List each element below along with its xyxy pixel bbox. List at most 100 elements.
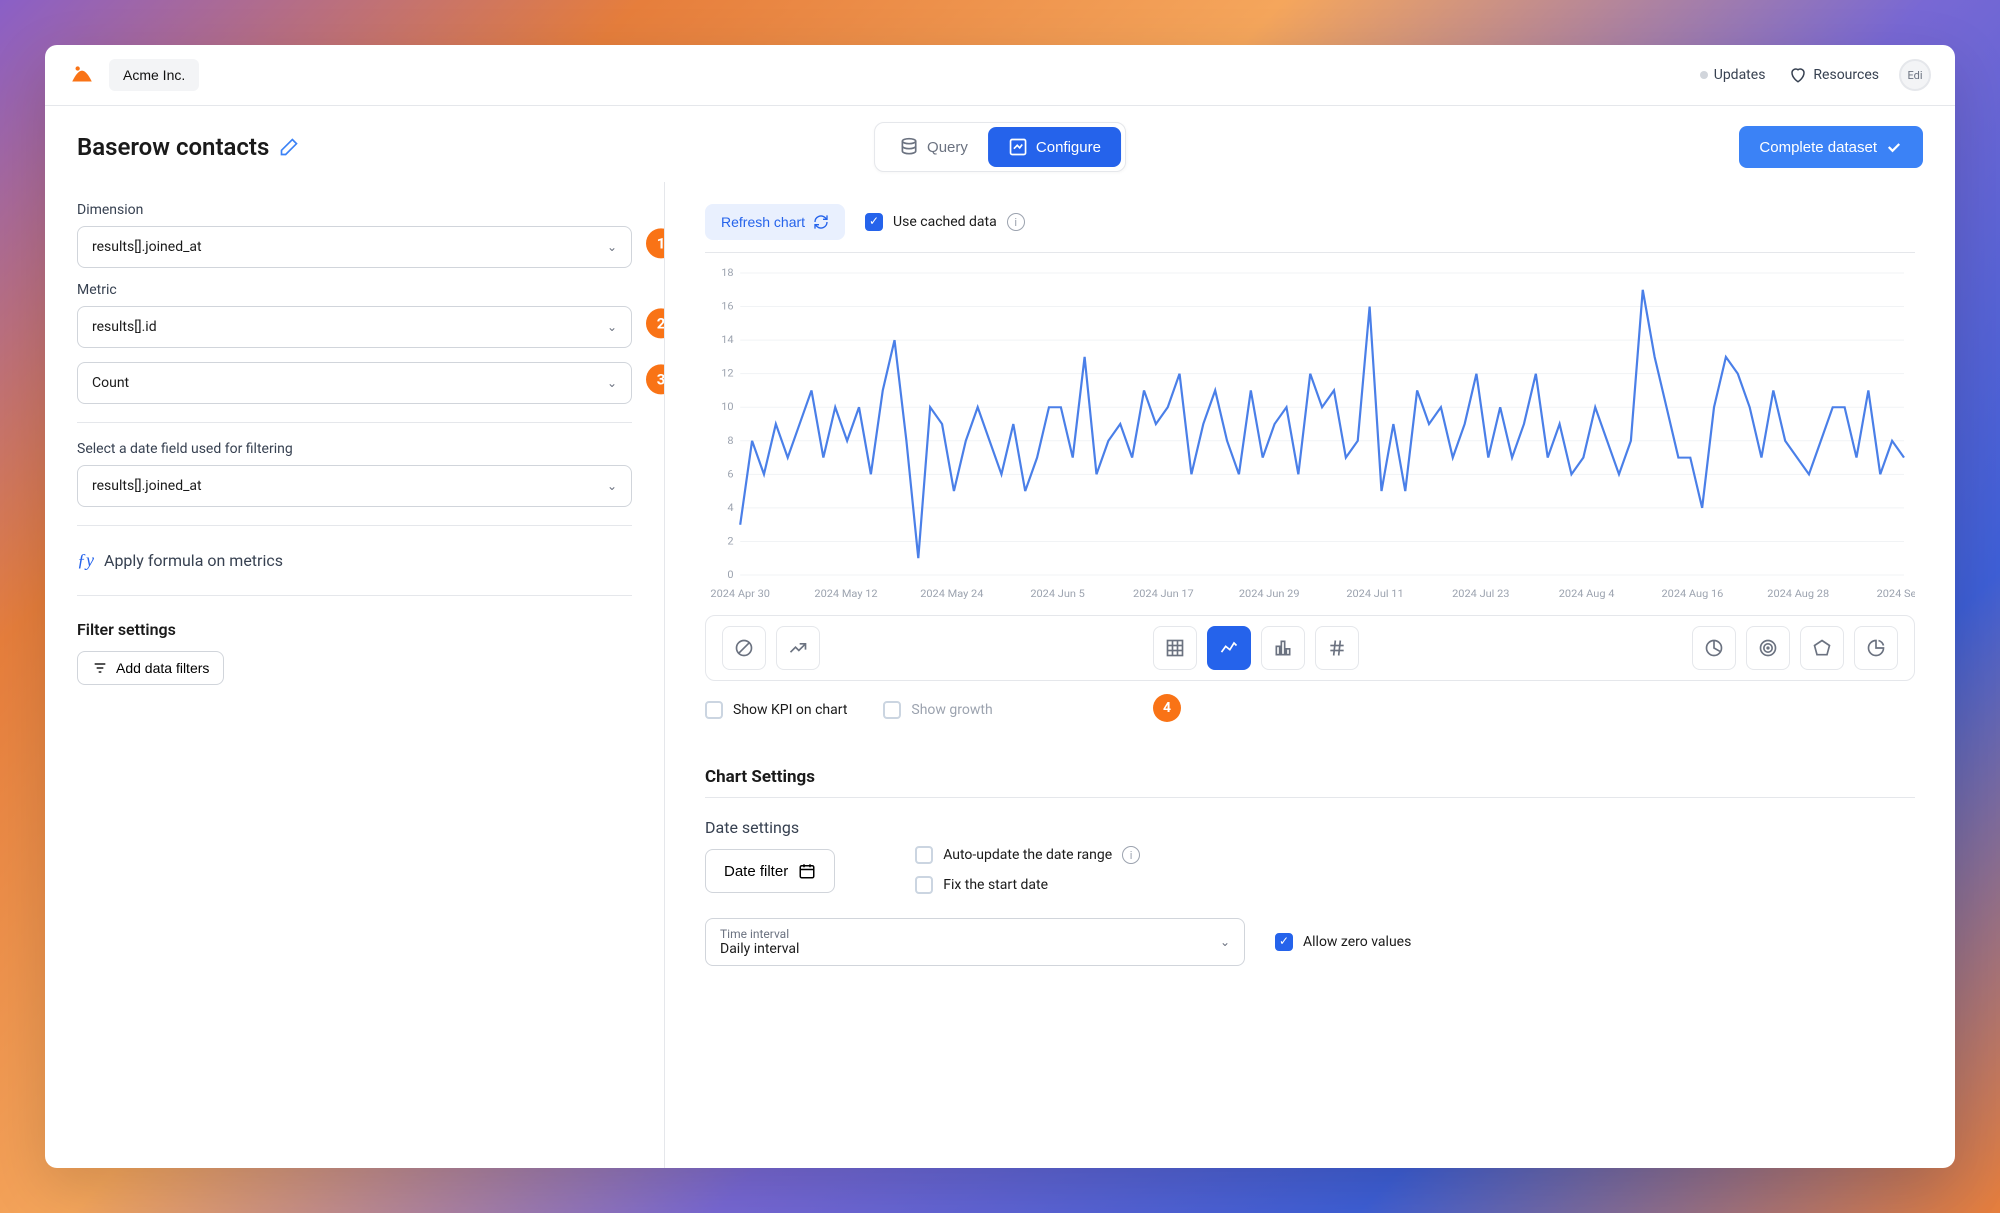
filter-settings-heading: Filter settings — [77, 620, 632, 639]
svg-text:2024 Jun 17: 2024 Jun 17 — [1133, 587, 1194, 599]
date-field-select[interactable]: results[].joined_at ⌄ — [77, 465, 632, 507]
svg-text:2024 Sep 9: 2024 Sep 9 — [1877, 587, 1915, 599]
refresh-label: Refresh chart — [721, 214, 805, 230]
fix-start-checkbox[interactable]: Fix the start date — [915, 876, 1140, 894]
dimension-select[interactable]: results[].joined_at ⌄ — [77, 226, 632, 268]
divider — [705, 797, 1915, 798]
main-body: Dimension results[].joined_at ⌄ 1 Metric… — [45, 182, 1955, 1168]
chevron-down-icon: ⌄ — [607, 320, 617, 334]
show-growth-label: Show growth — [911, 702, 992, 718]
fix-start-label: Fix the start date — [943, 877, 1048, 893]
date-field-label: Select a date field used for filtering — [77, 441, 632, 457]
aggregate-value: Count — [92, 375, 129, 391]
filter-icon — [92, 660, 108, 676]
pie-chart-button[interactable] — [1692, 626, 1736, 670]
resources-link[interactable]: Resources — [1777, 60, 1891, 90]
header-row: Baserow contacts Query Configure Complet… — [45, 106, 1955, 182]
show-growth-checkbox[interactable]: Show growth — [883, 701, 992, 719]
polar-chart-button[interactable] — [1800, 626, 1844, 670]
apply-formula-link[interactable]: ƒy Apply formula on metrics — [77, 544, 632, 577]
allow-zero-checkbox[interactable]: Allow zero values — [1275, 933, 1411, 951]
configure-tab[interactable]: Configure — [988, 127, 1121, 167]
date-filter-button[interactable]: Date filter — [705, 849, 835, 893]
line-icon — [1219, 638, 1239, 658]
refresh-icon — [813, 214, 829, 230]
svg-text:8: 8 — [727, 434, 733, 446]
date-filter-label: Date filter — [724, 863, 788, 880]
metric-select[interactable]: results[].id ⌄ — [77, 306, 632, 348]
chart-config-icon — [1008, 137, 1028, 157]
checkbox-checked-icon — [1275, 933, 1293, 951]
checkbox-icon — [915, 876, 933, 894]
svg-text:2024 Jun 29: 2024 Jun 29 — [1239, 587, 1300, 599]
hash-icon — [1327, 638, 1347, 658]
step-badge-4: 4 — [1153, 694, 1181, 722]
date-settings-heading: Date settings — [705, 818, 835, 837]
workspace-button[interactable]: Acme Inc. — [109, 59, 199, 91]
svg-text:2024 May 24: 2024 May 24 — [920, 587, 983, 599]
aggregate-select[interactable]: Count ⌄ — [77, 362, 632, 404]
page-title: Baserow contacts — [77, 133, 299, 161]
svg-text:2024 Jun 5: 2024 Jun 5 — [1030, 587, 1085, 599]
svg-text:18: 18 — [721, 266, 733, 278]
svg-text:16: 16 — [721, 300, 733, 312]
chart-toolbar: Refresh chart Use cached data i — [705, 204, 1915, 240]
kpi-chart-button[interactable] — [776, 626, 820, 670]
resources-label: Resources — [1813, 67, 1879, 83]
none-chart-button[interactable] — [722, 626, 766, 670]
svg-text:14: 14 — [721, 334, 733, 346]
interval-row: Time interval Daily interval ⌄ Allow zer… — [705, 918, 1915, 966]
chart-area: 0246810121416182024 Apr 302024 May 12202… — [705, 252, 1915, 609]
avatar[interactable]: Edi — [1899, 59, 1931, 91]
chart-type-group-right — [1692, 626, 1898, 670]
radar-chart-button[interactable] — [1746, 626, 1790, 670]
chart-type-group-center — [1153, 626, 1359, 670]
date-field-value: results[].joined_at — [92, 478, 202, 494]
table-icon — [1165, 638, 1185, 658]
divider — [77, 595, 632, 596]
trend-icon — [788, 638, 808, 658]
use-cached-checkbox[interactable]: Use cached data i — [865, 213, 1025, 231]
refresh-chart-button[interactable]: Refresh chart — [705, 204, 845, 240]
donut-chart-button[interactable] — [1854, 626, 1898, 670]
checkbox-icon — [705, 701, 723, 719]
auto-update-label: Auto-update the date range — [943, 847, 1112, 863]
metric-label: Metric — [77, 282, 632, 298]
auto-update-checkbox[interactable]: Auto-update the date range i — [915, 846, 1140, 864]
show-kpi-checkbox[interactable]: Show KPI on chart — [705, 701, 847, 719]
add-data-filters-button[interactable]: Add data filters — [77, 651, 224, 685]
cached-label: Use cached data — [893, 214, 997, 230]
chart-settings-heading: Chart Settings — [705, 767, 1915, 787]
info-icon[interactable]: i — [1007, 213, 1025, 231]
info-icon[interactable]: i — [1122, 846, 1140, 864]
number-chart-button[interactable] — [1315, 626, 1359, 670]
date-settings-right: Auto-update the date range i Fix the sta… — [915, 846, 1140, 894]
svg-text:2024 Aug 16: 2024 Aug 16 — [1661, 587, 1723, 599]
step-badge-2: 2 — [646, 308, 665, 338]
chevron-down-icon: ⌄ — [1220, 935, 1230, 949]
query-tab[interactable]: Query — [879, 127, 988, 167]
dimension-value: results[].joined_at — [92, 239, 202, 255]
svg-text:2024 May 12: 2024 May 12 — [814, 587, 877, 599]
time-interval-select[interactable]: Time interval Daily interval ⌄ — [705, 918, 1245, 966]
table-chart-button[interactable] — [1153, 626, 1197, 670]
step-badge-3: 3 — [646, 364, 665, 394]
formula-icon: ƒy — [77, 550, 94, 571]
check-icon — [1885, 138, 1903, 156]
edit-icon[interactable] — [279, 137, 299, 157]
complete-dataset-button[interactable]: Complete dataset — [1739, 126, 1923, 168]
updates-link[interactable]: Updates — [1688, 61, 1778, 89]
app-window: Acme Inc. Updates Resources Edi Baserow … — [45, 45, 1955, 1168]
divider — [77, 422, 632, 423]
allow-zero-label: Allow zero values — [1303, 934, 1411, 950]
line-chart-button[interactable] — [1207, 626, 1251, 670]
chart-type-group-left — [722, 626, 820, 670]
bar-chart-button[interactable] — [1261, 626, 1305, 670]
heart-hand-icon — [1789, 66, 1807, 84]
query-label: Query — [927, 139, 968, 156]
svg-text:6: 6 — [727, 468, 733, 480]
dimension-label: Dimension — [77, 202, 632, 218]
bar-icon — [1273, 638, 1293, 658]
kpi-options-row: Show KPI on chart Show growth 4 — [705, 701, 1915, 719]
svg-text:2: 2 — [727, 535, 733, 547]
